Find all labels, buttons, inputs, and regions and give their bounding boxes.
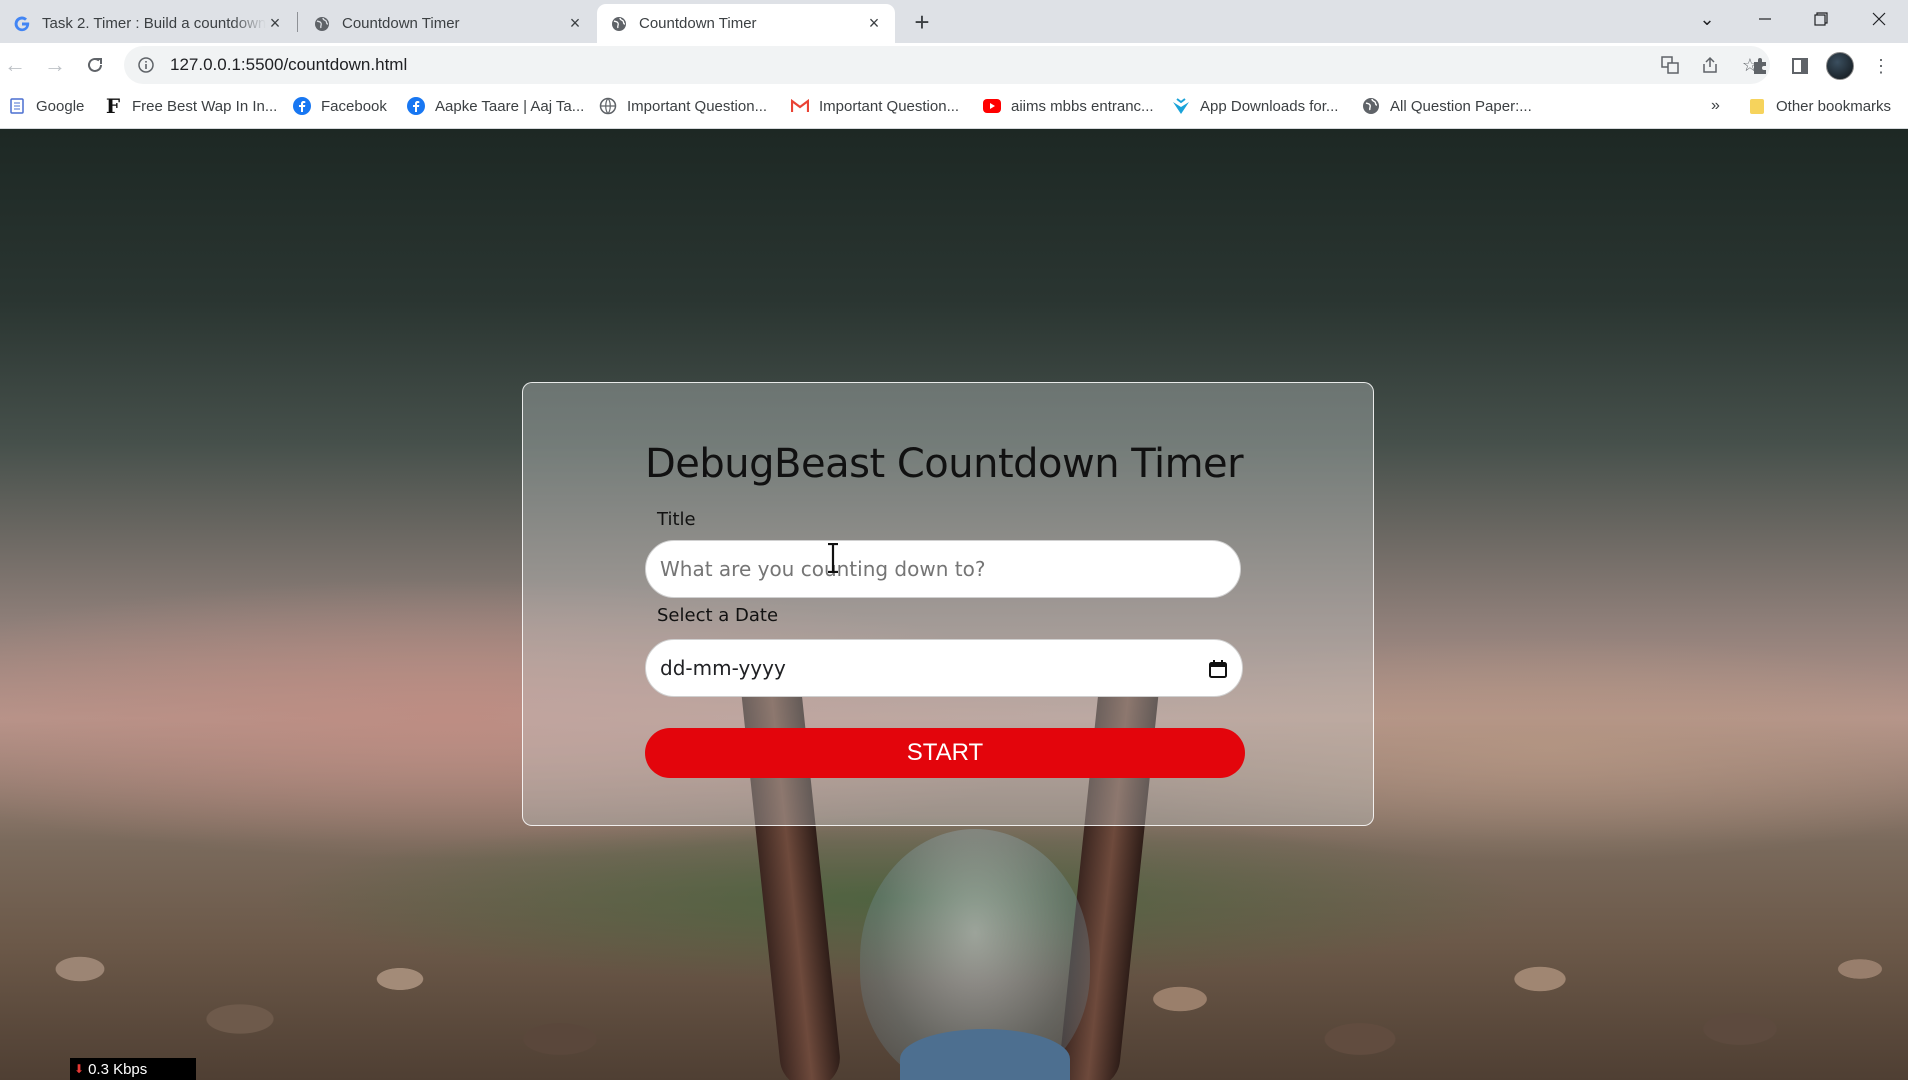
page-background: DebugBeast Countdown Timer Title Select … bbox=[0, 129, 1908, 1080]
minimize-icon[interactable] bbox=[1741, 0, 1789, 38]
close-tab-icon[interactable]: × bbox=[266, 13, 284, 33]
url-text: 127.0.0.1:5500/countdown.html bbox=[170, 55, 408, 74]
address-bar[interactable]: 127.0.0.1:5500/countdown.html ☆ bbox=[124, 46, 1770, 84]
forward-icon[interactable]: → bbox=[40, 50, 70, 80]
bookmark-facebook[interactable]: Facebook bbox=[293, 88, 387, 124]
bookmark-all-question-paper[interactable]: All Question Paper:... bbox=[1362, 88, 1532, 124]
bookmark-label: Important Question... bbox=[819, 97, 960, 115]
menu-kebab-icon[interactable]: ⋮ bbox=[1865, 50, 1897, 82]
download-arrow-icon: ⬇ bbox=[74, 1062, 85, 1076]
folder-icon bbox=[1748, 97, 1766, 115]
bookmark-label: Free Best Wap In In... bbox=[132, 97, 278, 115]
start-button[interactable]: START bbox=[645, 728, 1245, 778]
share-icon[interactable] bbox=[1690, 46, 1730, 84]
bookmark-label: Aapke Taare | Aaj Ta... bbox=[435, 97, 585, 115]
bookmark-label: aiims mbbs entranc... bbox=[1011, 97, 1154, 115]
bookmark-label: Facebook bbox=[321, 97, 387, 115]
title-field[interactable] bbox=[645, 540, 1241, 598]
tab-title: Countdown Timer bbox=[342, 15, 460, 32]
restore-icon[interactable] bbox=[1797, 0, 1845, 38]
title-input[interactable] bbox=[660, 557, 1240, 581]
side-panel-icon[interactable] bbox=[1784, 50, 1816, 82]
translate-icon[interactable] bbox=[1650, 46, 1690, 84]
close-window-icon[interactable] bbox=[1855, 0, 1903, 38]
bookmark-google[interactable]: Google bbox=[8, 88, 84, 124]
browser-toolbar: ← → 127.0.0.1:5500/countdown.html ☆ ⋮ bbox=[0, 43, 1908, 88]
app-download-icon bbox=[1172, 97, 1190, 115]
globe-icon bbox=[1362, 97, 1380, 115]
other-bookmarks-folder[interactable]: Other bookmarks bbox=[1748, 88, 1891, 124]
site-info-icon[interactable] bbox=[136, 55, 156, 75]
tab-task-timer[interactable]: Task 2. Timer : Build a countdown × bbox=[0, 4, 296, 43]
new-tab-button[interactable]: + bbox=[908, 7, 936, 37]
date-label: Select a Date bbox=[657, 605, 779, 626]
facebook-icon bbox=[293, 97, 311, 115]
bookmark-important-question-2[interactable]: Important Question... bbox=[791, 88, 959, 124]
bookmark-label: Other bookmarks bbox=[1776, 97, 1892, 115]
close-tab-icon[interactable]: × bbox=[865, 13, 883, 33]
close-tab-icon[interactable]: × bbox=[566, 13, 584, 33]
date-field[interactable]: dd-mm-yyyy bbox=[645, 639, 1243, 697]
bookmark-label: Important Question... bbox=[627, 97, 768, 115]
extensions-icon[interactable] bbox=[1744, 50, 1776, 82]
globe-icon bbox=[314, 16, 330, 32]
bookmark-important-question-1[interactable]: Important Question... bbox=[599, 88, 767, 124]
globe-icon bbox=[599, 97, 617, 115]
tab-search-icon[interactable]: ⌄ bbox=[1683, 0, 1731, 38]
google-icon bbox=[14, 16, 30, 32]
bookmarks-bar: Google F Free Best Wap In In... Facebook… bbox=[0, 88, 1908, 129]
globe-icon bbox=[611, 16, 627, 32]
youtube-icon bbox=[983, 97, 1001, 115]
bookmark-aapke-taare[interactable]: Aapke Taare | Aaj Ta... bbox=[407, 88, 584, 124]
bookmark-app-downloads[interactable]: App Downloads for... bbox=[1172, 88, 1338, 124]
network-speed-indicator: ⬇ 0.3 Kbps bbox=[70, 1058, 196, 1080]
title-label: Title bbox=[657, 509, 696, 530]
profile-avatar[interactable] bbox=[1826, 52, 1854, 80]
bookmark-free-best-wap[interactable]: F Free Best Wap In In... bbox=[104, 88, 277, 124]
tab-countdown-timer[interactable]: Countdown Timer × bbox=[300, 4, 596, 43]
tab-strip: Task 2. Timer : Build a countdown × Coun… bbox=[0, 0, 1908, 43]
tab-title: Countdown Timer bbox=[639, 15, 757, 32]
hourglass-sand bbox=[900, 1029, 1070, 1080]
gmail-icon bbox=[791, 97, 809, 115]
bookmark-label: Google bbox=[36, 97, 85, 115]
tab-countdown-timer-active[interactable]: Countdown Timer × bbox=[597, 4, 895, 43]
text-cursor-icon bbox=[828, 543, 838, 573]
google-apps-icon bbox=[8, 97, 26, 115]
page-title: DebugBeast Countdown Timer bbox=[645, 441, 1244, 487]
bookmark-label: All Question Paper:... bbox=[1390, 97, 1532, 115]
tab-separator bbox=[297, 12, 298, 32]
bookmark-label: App Downloads for... bbox=[1200, 97, 1339, 115]
tab-title: Task 2. Timer : Build a countdown bbox=[42, 15, 266, 32]
more-bookmarks-button[interactable]: » bbox=[1711, 88, 1720, 124]
back-icon[interactable]: ← bbox=[0, 50, 30, 80]
countdown-form-card: DebugBeast Countdown Timer Title Select … bbox=[522, 382, 1374, 826]
facebook-icon bbox=[407, 97, 425, 115]
f-logo-icon: F bbox=[105, 94, 121, 118]
reload-icon[interactable] bbox=[80, 50, 110, 80]
bookmark-aiims[interactable]: aiims mbbs entranc... bbox=[983, 88, 1154, 124]
calendar-icon[interactable] bbox=[1208, 659, 1228, 679]
net-speed-text: 0.3 Kbps bbox=[88, 1060, 148, 1078]
date-input[interactable]: dd-mm-yyyy bbox=[660, 656, 786, 680]
